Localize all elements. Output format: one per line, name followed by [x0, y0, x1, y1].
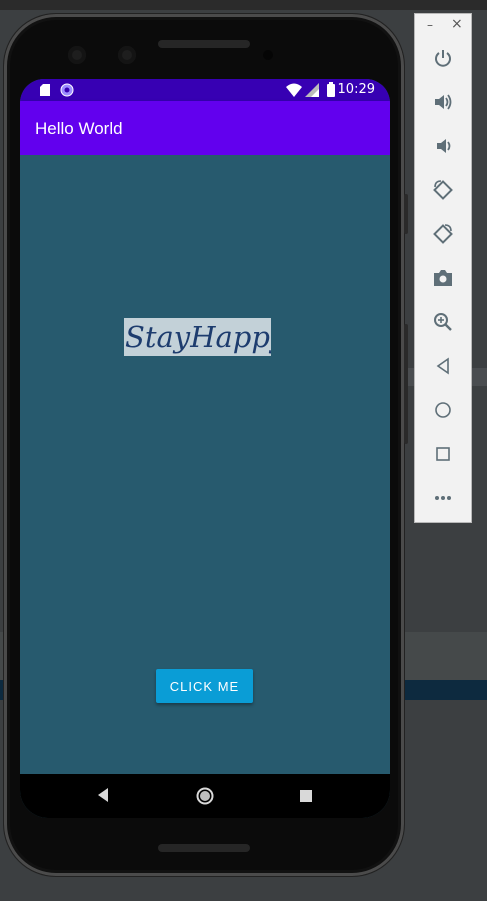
back-button[interactable] — [429, 352, 457, 380]
more-button[interactable] — [429, 484, 457, 512]
camera-icon — [434, 270, 452, 286]
app-title: Hello World — [35, 119, 123, 138]
logo-text: StayHappy — [125, 320, 271, 354]
bottom-speaker — [158, 844, 250, 852]
volume-up-button[interactable] — [429, 88, 457, 116]
phone-side-button — [404, 194, 408, 234]
overview-icon — [436, 447, 450, 461]
ide-top-bar — [0, 0, 487, 10]
app-bar: Hello World — [20, 101, 390, 155]
status-bar: 10:29 — [20, 79, 390, 101]
rotate-right-button[interactable] — [429, 220, 457, 248]
emulator-toolbar: – × — [414, 13, 472, 523]
sync-icon — [60, 83, 74, 97]
minimize-button[interactable]: – — [427, 18, 433, 32]
phone-frame: 10:29 Hello World StayHappy CLICK ME — [4, 14, 408, 876]
volume-down-button[interactable] — [429, 132, 457, 160]
volume-up-icon — [435, 94, 452, 110]
nav-home-icon[interactable] — [196, 787, 214, 805]
home-button[interactable] — [429, 396, 457, 424]
main-content: StayHappy CLICK ME — [20, 155, 390, 774]
wifi-icon — [286, 83, 302, 97]
status-time: 10:29 — [337, 82, 375, 97]
proximity-sensor — [263, 50, 273, 60]
zoom-icon — [434, 313, 452, 331]
rotate-right-icon — [433, 224, 453, 244]
stayhappy-logo-image: StayHappy — [124, 318, 287, 356]
zoom-button[interactable] — [429, 308, 457, 336]
signal-icon — [305, 83, 319, 97]
phone-screen: 10:29 Hello World StayHappy CLICK ME — [20, 79, 390, 818]
front-sensor-icon — [68, 46, 86, 64]
sd-card-icon — [40, 84, 50, 96]
close-button[interactable]: × — [451, 16, 463, 32]
more-icon — [435, 496, 451, 500]
overview-button[interactable] — [429, 440, 457, 468]
nav-back-icon[interactable] — [96, 787, 110, 803]
phone-volume-button — [404, 324, 408, 444]
navigation-bar — [20, 774, 390, 818]
power-button[interactable] — [429, 44, 457, 72]
nav-overview-icon[interactable] — [300, 790, 312, 802]
earpiece-speaker — [158, 40, 250, 48]
home-icon — [435, 402, 451, 418]
power-icon — [435, 50, 451, 67]
back-icon — [436, 357, 449, 375]
volume-down-icon — [437, 139, 451, 153]
screenshot-button[interactable] — [429, 264, 457, 292]
battery-icon — [327, 82, 335, 97]
front-camera-icon — [118, 46, 136, 64]
rotate-left-icon — [433, 180, 453, 200]
click-me-button[interactable]: CLICK ME — [156, 669, 253, 703]
logo-text-graphic: StayHappy — [125, 320, 287, 354]
rotate-left-button[interactable] — [429, 176, 457, 204]
